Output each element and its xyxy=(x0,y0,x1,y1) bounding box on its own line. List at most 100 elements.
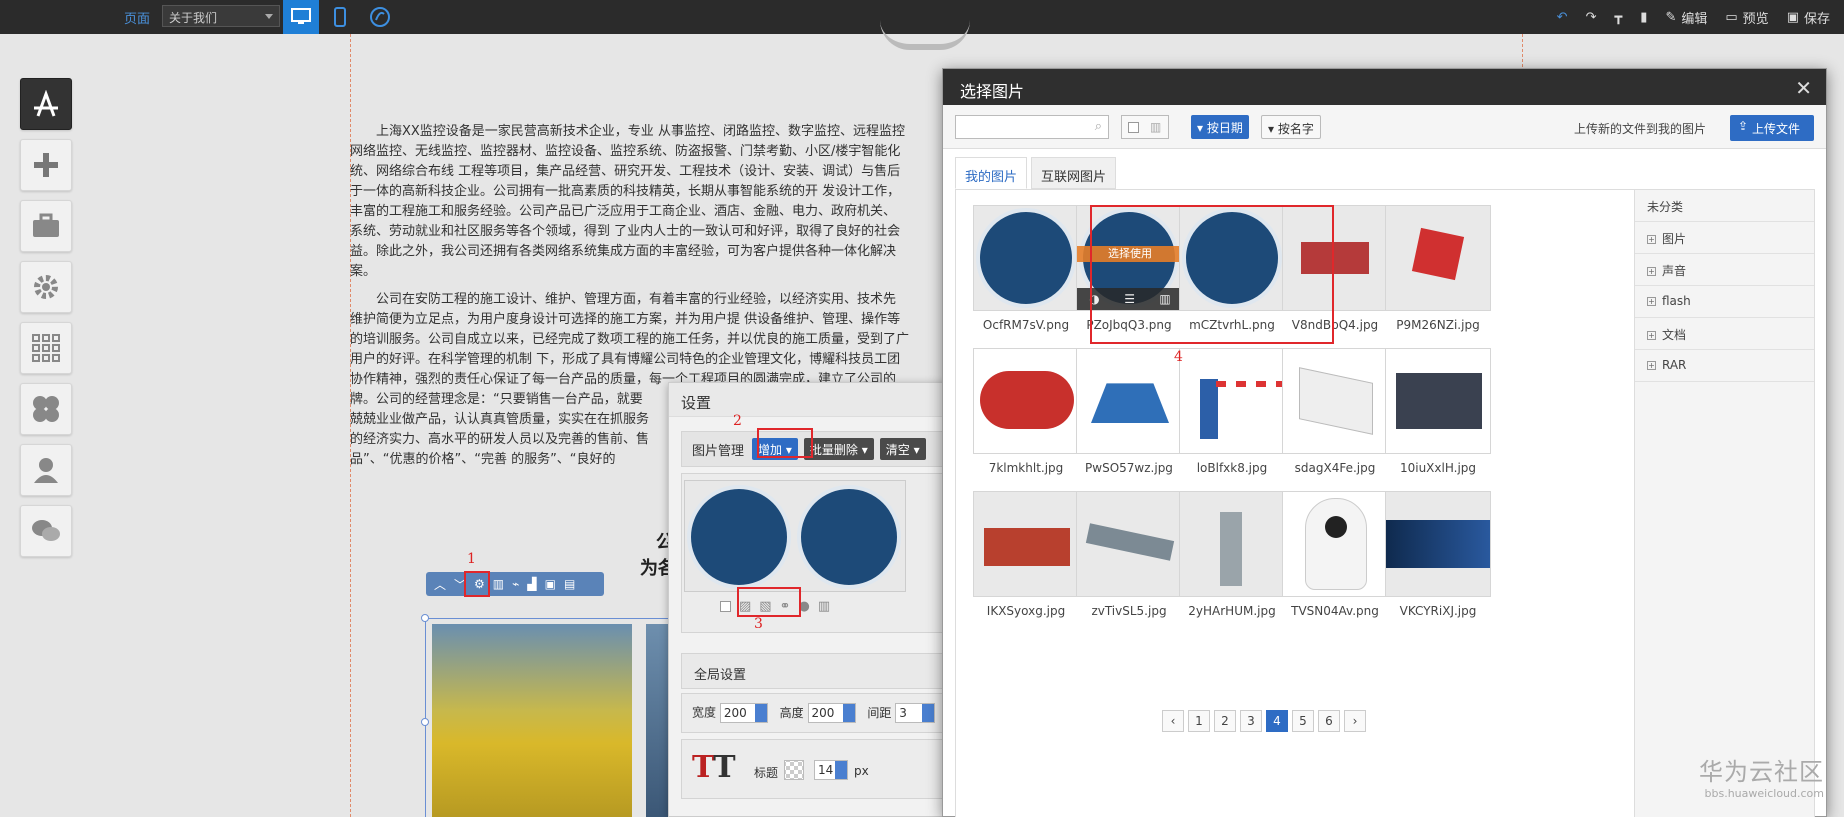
preview-button[interactable]: ▭ 预览 xyxy=(1725,8,1768,27)
category-uncategorized[interactable]: 未分类 xyxy=(1635,190,1814,222)
marker-4: 4 xyxy=(1174,349,1183,365)
page-4[interactable]: 4 xyxy=(1266,710,1288,732)
image-thumb[interactable] xyxy=(973,205,1079,311)
upload-file-button[interactable]: ⇪ 上传文件 xyxy=(1730,115,1814,141)
global-settings-header: 全局设置 xyxy=(681,653,957,689)
close-icon[interactable]: ✕ xyxy=(1795,76,1812,100)
edit-button[interactable]: ✎ 编辑 xyxy=(1665,8,1707,27)
image-thumb[interactable] xyxy=(1076,491,1182,597)
image-thumb[interactable] xyxy=(1385,491,1491,597)
select-image-dialog: 选择图片 ✕ ⌕ ▥ ▾ 按日期 ▾ 按名字 上传新的文件到我的图片 ⇪ 上传文… xyxy=(942,68,1827,817)
chart-icon[interactable]: ▟ xyxy=(527,577,536,591)
page-2[interactable]: 2 xyxy=(1214,710,1236,732)
plugin-view-button[interactable] xyxy=(362,0,398,34)
image-thumb[interactable] xyxy=(1385,348,1491,454)
font-size-input[interactable]: 14 xyxy=(814,760,848,780)
category-sound[interactable]: + 声音 xyxy=(1635,254,1814,286)
trash-icon[interactable]: ▤ xyxy=(564,577,575,591)
category-docs[interactable]: + 文档 xyxy=(1635,318,1814,350)
image-thumb[interactable] xyxy=(1385,205,1491,311)
image-thumb[interactable] xyxy=(1282,348,1388,454)
image-thumb[interactable] xyxy=(973,348,1079,454)
spinner-icon[interactable] xyxy=(922,704,935,722)
batch-delete-button[interactable]: 批量删除 ▾ xyxy=(803,438,874,460)
move-up-icon[interactable]: ︿ xyxy=(434,576,446,593)
sort-by-date-button[interactable]: ▾ 按日期 xyxy=(1191,115,1249,139)
tool-settings[interactable] xyxy=(20,261,72,313)
image-name: OcfRM7sV.png xyxy=(982,318,1070,332)
trash-icon[interactable]: ▥ xyxy=(1150,120,1161,134)
briefcase-icon xyxy=(33,213,59,237)
category-flash[interactable]: + flash xyxy=(1635,286,1814,318)
photo-turnstile xyxy=(1220,512,1242,586)
ruler-icon[interactable]: ┳ xyxy=(1614,10,1622,25)
image-gallery: OcfRM7sV.png 选择使用 ◑ ☰ ▥ PZoJbqQ3.png mCZ… xyxy=(955,189,1815,817)
image-thumb[interactable] xyxy=(1282,491,1388,597)
picker-header: 选择图片 ✕ xyxy=(943,69,1826,105)
tool-user[interactable] xyxy=(20,444,72,496)
link-icon[interactable]: ⌁ xyxy=(512,577,519,591)
save-button[interactable]: ▣ 保存 xyxy=(1787,8,1830,27)
spacing-input[interactable]: 3 xyxy=(895,703,936,723)
monitor-icon xyxy=(291,8,311,24)
caret-down-icon: ▾ xyxy=(1197,121,1204,135)
page-3[interactable]: 3 xyxy=(1240,710,1262,732)
tool-modules[interactable] xyxy=(20,383,72,435)
image-name: 2yHArHUM.jpg xyxy=(1188,604,1276,618)
logo-gear-image xyxy=(976,208,1076,308)
tool-briefcase[interactable] xyxy=(20,200,72,252)
select-checkbox[interactable] xyxy=(720,601,731,612)
spinner-icon[interactable] xyxy=(835,761,847,779)
clear-button[interactable]: 清空 ▾ xyxy=(879,438,926,460)
height-input[interactable]: 200 xyxy=(807,703,856,723)
mobile-view-button[interactable] xyxy=(322,0,358,34)
tab-my-images[interactable]: 我的图片 xyxy=(955,157,1028,189)
category-rar[interactable]: + RAR xyxy=(1635,350,1814,382)
save-icon: ▣ xyxy=(1786,9,1799,25)
redo-icon[interactable]: ↷ xyxy=(1586,10,1597,25)
bar-chart-icon[interactable]: ▮ xyxy=(1640,10,1647,25)
tool-app-store[interactable] xyxy=(20,78,72,130)
resize-handle-top[interactable] xyxy=(421,614,429,622)
layout-icon[interactable]: ▥ xyxy=(493,577,504,591)
image-thumb[interactable] xyxy=(1179,491,1285,597)
spinner-icon[interactable] xyxy=(754,704,767,722)
resize-handle-left[interactable] xyxy=(421,718,429,726)
watermark-url: bbs.huaweicloud.com xyxy=(1704,787,1824,800)
page-6[interactable]: 6 xyxy=(1318,710,1340,732)
image-thumb[interactable] xyxy=(973,491,1079,597)
image-thumb[interactable] xyxy=(1179,348,1285,454)
tab-internet-images[interactable]: 互联网图片 xyxy=(1031,157,1117,189)
spinner-icon[interactable] xyxy=(842,704,855,722)
page-select[interactable]: 关于我们 xyxy=(162,5,280,27)
trash-icon[interactable]: ▥ xyxy=(818,599,830,614)
page-paragraph-1: 上海XX监控设备是一家民营高新技术企业，专业 从事监控、闭路监控、数字监控、远程… xyxy=(350,124,905,279)
desktop-view-button[interactable] xyxy=(283,0,319,34)
width-input[interactable]: 200 xyxy=(719,703,768,723)
photo-blue-banner xyxy=(1386,520,1490,568)
category-images[interactable]: + 图片 xyxy=(1635,222,1814,254)
next-page-button[interactable]: › xyxy=(1344,710,1366,732)
lock-icon[interactable]: ▣ xyxy=(545,577,556,591)
color-picker-swatch[interactable] xyxy=(784,760,804,780)
sort-by-name-button[interactable]: ▾ 按名字 xyxy=(1261,115,1321,139)
selected-image-1[interactable] xyxy=(687,485,791,589)
page-5[interactable]: 5 xyxy=(1292,710,1314,732)
marker-1: 1 xyxy=(467,551,476,567)
tool-grid[interactable] xyxy=(20,322,72,374)
pagination: ‹ 1 2 3 4 5 6 › xyxy=(1162,710,1366,732)
select-all-checkbox[interactable] xyxy=(1128,122,1139,133)
settings-dialog: 设置 图片管理 增加 ▾ 批量删除 ▾ 清空 ▾ ▨ ▧ ⚭ ● ▥ 全局设置 … xyxy=(668,382,958,817)
font-style-icon[interactable]: TT xyxy=(692,750,736,785)
tool-wechat[interactable] xyxy=(20,505,72,557)
image-thumb[interactable] xyxy=(1076,348,1182,454)
undo-icon[interactable]: ↶ xyxy=(1557,10,1568,25)
selected-image-2[interactable] xyxy=(797,485,901,589)
top-actions: ↶ ↷ ┳ ▮ ✎ 编辑 ▭ 预览 ▣ 保存 xyxy=(1557,0,1830,34)
page-1[interactable]: 1 xyxy=(1188,710,1210,732)
search-input[interactable]: ⌕ xyxy=(955,115,1109,139)
left-toolbar xyxy=(20,78,72,566)
prev-page-button[interactable]: ‹ xyxy=(1162,710,1184,732)
page-select-value: 关于我们 xyxy=(169,11,218,25)
tool-add[interactable] xyxy=(20,139,72,191)
